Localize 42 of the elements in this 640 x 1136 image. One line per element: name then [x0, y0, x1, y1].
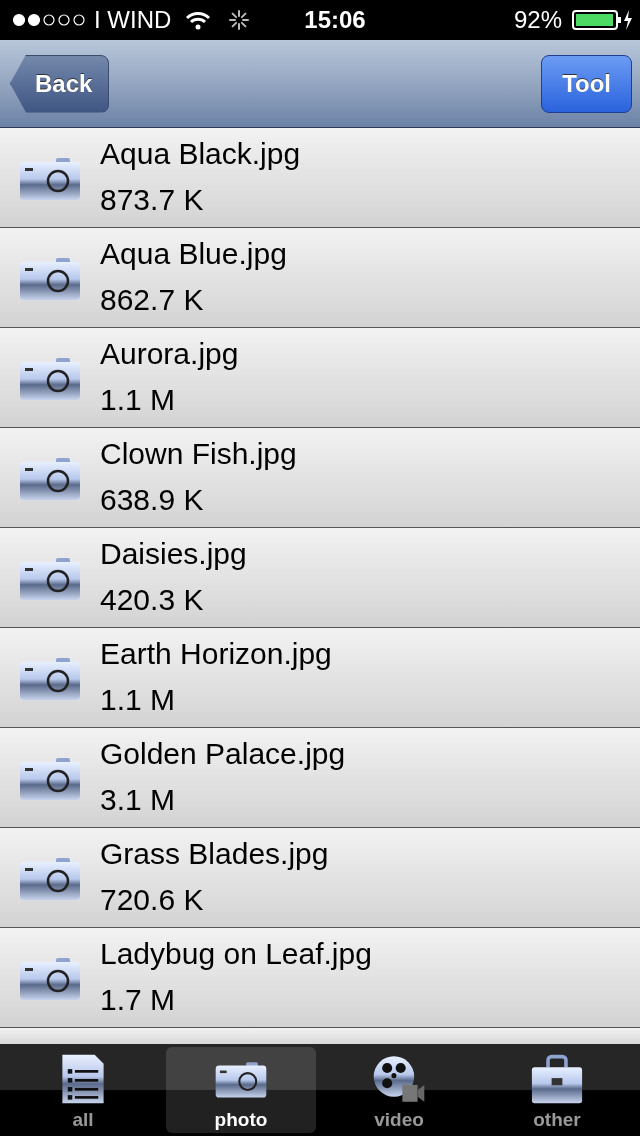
file-size: 420.3 K — [100, 582, 205, 617]
film-reel-icon — [372, 1053, 426, 1105]
wifi-icon — [185, 10, 212, 30]
tab[interactable]: all — [8, 1047, 158, 1133]
file-name: Earth Horizon.jpg — [100, 636, 332, 671]
file-size: 638.9 K — [100, 482, 205, 517]
file-row[interactable]: Ladybug on Leaf.jpg 1.7 M — [0, 928, 640, 1028]
file-name: Golden Palace.jpg — [100, 736, 346, 771]
file-size: 1.1 M — [100, 682, 177, 717]
file-row[interactable]: Clown Fish.jpg 638.9 K — [0, 428, 640, 528]
tab[interactable]: other — [482, 1047, 632, 1133]
file-name: Daisies.jpg — [100, 536, 247, 571]
signal-icon — [12, 13, 86, 27]
file-name: Ladybug on Leaf.jpg — [100, 936, 372, 971]
file-row[interactable]: Golden Palace.jpg 3.1 M — [0, 728, 640, 828]
back-button[interactable]: Back — [10, 54, 110, 113]
file-size: 1.7 M — [100, 982, 177, 1017]
battery-charging-icon — [572, 9, 632, 31]
spinner-icon — [229, 10, 250, 30]
carrier-name: I WIND — [94, 6, 172, 34]
file-size: 862.7 K — [100, 282, 205, 317]
toolbox-icon — [530, 1053, 584, 1105]
file-row[interactable]: Aurora.jpg 1.1 M — [0, 328, 640, 428]
tab[interactable]: video — [324, 1047, 474, 1133]
file-size: 720.6 K — [100, 882, 205, 917]
file-row[interactable]: Daisies.jpg 420.3 K — [0, 528, 640, 628]
file-name: Grass Blades.jpg — [100, 836, 329, 871]
file-name: Aqua Blue.jpg — [100, 236, 287, 271]
file-name: Aurora.jpg — [100, 336, 239, 371]
file-size: 3.1 M — [100, 782, 177, 817]
file-row[interactable]: Earth Horizon.jpg 1.1 M — [0, 628, 640, 728]
file-name: Clown Fish.jpg — [100, 436, 297, 471]
file-row[interactable]: Grass Blades.jpg 720.6 K — [0, 828, 640, 928]
file-row[interactable]: Aqua Black.jpg 873.7 K — [0, 128, 640, 228]
file-size: 873.7 K — [100, 182, 205, 217]
file-row[interactable]: Aqua Blue.jpg 862.7 K — [0, 228, 640, 328]
battery-percent: 92% — [513, 6, 562, 34]
tool-button[interactable]: Tool — [541, 54, 632, 113]
clock-time: 15:06 — [304, 6, 367, 34]
file-name: Aqua Black.jpg — [100, 136, 301, 171]
tab[interactable]: photo — [166, 1047, 316, 1133]
file-size: 1.1 M — [100, 382, 177, 417]
